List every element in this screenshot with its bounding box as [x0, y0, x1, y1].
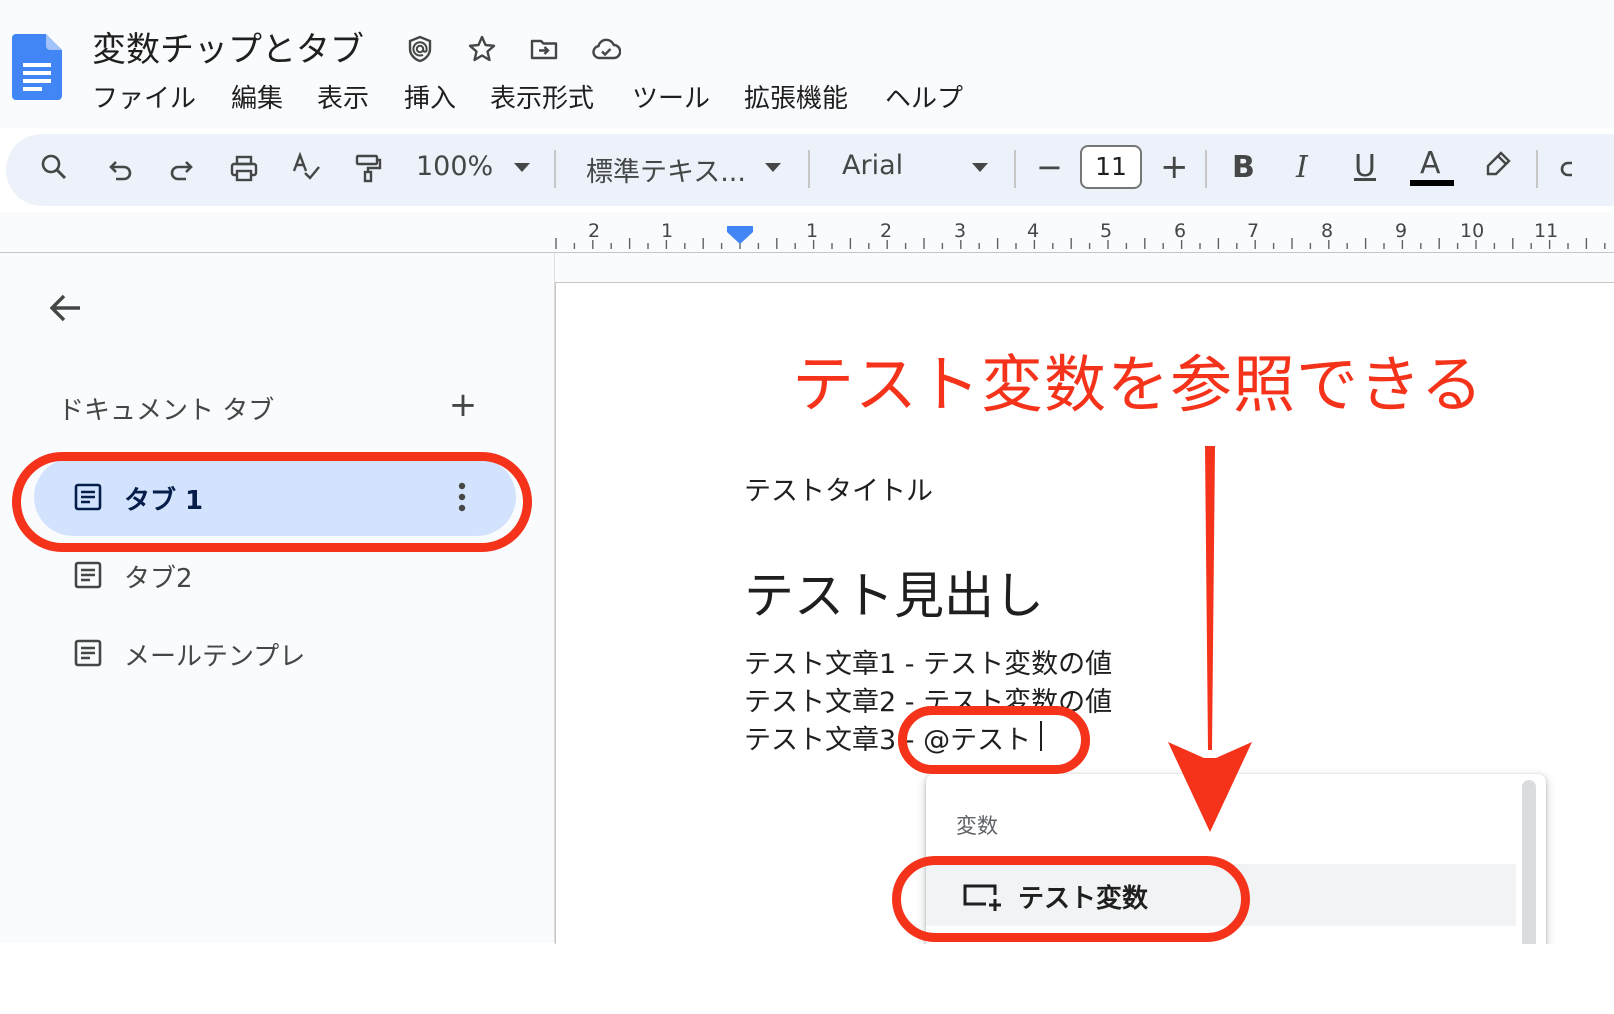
annotation-caption: テスト変数を参照できる [792, 348, 1484, 421]
back-arrow-icon[interactable] [46, 288, 86, 328]
menu-extensions[interactable]: 拡張機能 [744, 78, 848, 115]
paragraph-style-select[interactable]: 標準テキス... [586, 150, 746, 189]
document-icon [74, 639, 102, 667]
bold-button[interactable]: B [1232, 150, 1255, 185]
ruler-label: 2 [880, 220, 893, 242]
text-color-swatch [1410, 180, 1454, 186]
ruler-label: 2 [588, 220, 601, 242]
toolbar-divider [1014, 150, 1016, 188]
toolbar-divider [1205, 150, 1207, 188]
document-title-paragraph[interactable]: テストタイトル [744, 469, 933, 508]
increase-font-size-button[interactable]: + [1160, 147, 1189, 187]
horizontal-ruler: 2 1 1 2 3 4 5 6 7 8 9 10 11 [0, 212, 1614, 253]
menu-help[interactable]: ヘルプ [885, 78, 963, 115]
italic-button[interactable]: I [1296, 150, 1308, 185]
font-select[interactable]: Arial [842, 150, 903, 181]
menu-view[interactable]: 表示 [317, 78, 369, 115]
font-chevron-down-icon[interactable] [972, 163, 988, 172]
menu-file[interactable]: ファイル [92, 78, 196, 115]
style-chevron-down-icon[interactable] [765, 163, 781, 172]
search-menus-icon[interactable] [34, 147, 74, 187]
add-tab-button[interactable]: + [446, 388, 480, 422]
menu-edit[interactable]: 編集 [231, 78, 283, 115]
decrease-font-size-button[interactable]: − [1036, 148, 1063, 186]
ruler-label: 4 [1027, 220, 1040, 242]
document-icon [74, 561, 102, 589]
zoom-chevron-down-icon[interactable] [514, 163, 530, 172]
font-size-input[interactable]: 11 [1080, 145, 1142, 189]
bottom-blank-area [0, 944, 1614, 1014]
annotation-highlight-ring [12, 452, 532, 552]
zoom-select[interactable]: 100% [416, 151, 493, 182]
popup-section-label: 変数 [956, 814, 998, 838]
menu-insert[interactable]: 挿入 [404, 78, 456, 115]
toolbar-divider [1536, 150, 1538, 188]
document-heading[interactable]: テスト見出し [744, 556, 1044, 628]
spellcheck-icon[interactable] [286, 147, 326, 187]
toolbar-divider [554, 150, 556, 188]
highlight-pen-icon[interactable] [1478, 144, 1518, 184]
ruler-label: 8 [1321, 220, 1334, 242]
text-color-button[interactable]: A [1420, 146, 1441, 181]
annotation-highlight-ring [892, 856, 1250, 942]
link-icon[interactable] [1556, 149, 1596, 189]
underline-button[interactable]: U [1354, 149, 1376, 184]
annotation-down-arrow [1168, 446, 1252, 832]
ruler-label: 1 [661, 220, 674, 242]
redo-icon[interactable] [162, 151, 202, 191]
print-icon[interactable] [224, 149, 264, 189]
ruler-label: 3 [954, 220, 967, 242]
ruler-label: 11 [1534, 220, 1559, 242]
toolbar-divider [808, 150, 810, 188]
menu-format[interactable]: 表示形式 [490, 78, 594, 115]
document-tabs-heading: ドキュメント タブ [58, 396, 275, 426]
docs-logo-icon[interactable] [12, 34, 62, 100]
ruler-label: 9 [1395, 220, 1408, 242]
document-line[interactable]: テスト文章1 - テスト変数の値 [744, 642, 1112, 681]
ruler-label: 7 [1247, 220, 1260, 242]
sidebar-item-label: タブ2 [124, 564, 193, 594]
indent-marker-icon[interactable] [727, 226, 753, 244]
star-icon[interactable] [464, 31, 500, 67]
popup-scrollbar[interactable] [1522, 780, 1536, 950]
sidebar-item-label: メールテンプレ [124, 642, 306, 672]
paint-format-icon[interactable] [348, 148, 388, 188]
at-sign-icon[interactable] [402, 31, 438, 67]
sidebar-item-tab-2[interactable] [34, 548, 516, 602]
cloud-saved-icon[interactable] [588, 31, 624, 67]
document-title[interactable]: 変数チップとタブ [92, 22, 364, 71]
annotation-highlight-ring [898, 706, 1090, 774]
menu-tools[interactable]: ツール [632, 78, 710, 115]
ruler-label: 10 [1460, 220, 1485, 242]
undo-icon[interactable] [100, 151, 140, 191]
ruler-label: 1 [806, 220, 819, 242]
move-to-folder-icon[interactable] [526, 31, 562, 67]
ruler-label: 6 [1174, 220, 1187, 242]
ruler-label: 5 [1100, 220, 1113, 242]
